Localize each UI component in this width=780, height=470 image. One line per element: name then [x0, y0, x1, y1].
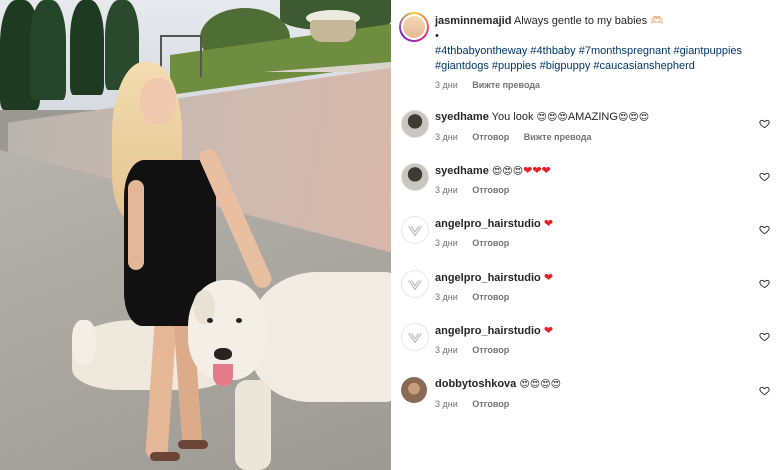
- author-avatar-icon: [403, 16, 425, 38]
- comment-username[interactable]: angelpro_hairstudio: [435, 325, 541, 337]
- comment-meta: 3 дни Отговор: [435, 345, 521, 355]
- comment-text: angelpro_hairstudio ❤: [435, 216, 755, 232]
- author-username[interactable]: jasminnemajid: [435, 15, 511, 27]
- sandal: [178, 440, 208, 449]
- dog-avatar-icon[interactable]: [401, 163, 429, 191]
- woman-arm: [128, 180, 144, 270]
- caption-time: 3 дни: [435, 80, 458, 90]
- comment-text-mid: AMAZING: [567, 111, 618, 123]
- comment-time: 3 дни: [435, 345, 458, 355]
- comment-text: angelpro_hairstudio ❤: [435, 323, 755, 339]
- logo-avatar-icon[interactable]: [401, 216, 429, 244]
- dog-eye: [207, 318, 213, 323]
- woman-face: [140, 78, 176, 124]
- comment-time: 3 дни: [435, 132, 458, 142]
- emoji-red-heart: ❤: [543, 324, 554, 337]
- comment-text: dobbytoshkova 😍😍😍😍: [435, 377, 755, 392]
- like-heart-icon[interactable]: [759, 116, 771, 129]
- dog-lying-head: [72, 320, 96, 364]
- logo-avatar-icon[interactable]: [401, 270, 429, 298]
- emoji-heart-eyes: 😍😍😍: [617, 112, 650, 123]
- comment-time: 3 дни: [435, 292, 458, 302]
- emoji-red-hearts: ❤❤❤: [523, 164, 551, 177]
- like-heart-icon[interactable]: [759, 222, 771, 235]
- comment-username[interactable]: dobbytoshkova: [435, 378, 516, 390]
- comment-meta: 3 дни Отговор: [435, 185, 521, 195]
- comment-text: syedhame You look 😍😍😍AMAZING😍😍😍: [435, 110, 755, 125]
- reply-button[interactable]: Отговор: [472, 399, 509, 409]
- like-heart-icon[interactable]: [759, 383, 771, 396]
- flower-pot: [310, 20, 356, 42]
- logo-avatar-icon[interactable]: [401, 323, 429, 351]
- comment-username[interactable]: syedhame: [435, 165, 489, 177]
- sandal: [150, 452, 180, 461]
- caption-meta: 3 дни Вижте превода: [435, 80, 552, 90]
- emoji-red-heart: ❤: [543, 217, 554, 230]
- comments-panel: jasminnemajid Always gentle to my babies…: [391, 0, 780, 470]
- emoji-heart-eyes: 😍😍😍: [491, 166, 524, 177]
- dog-tongue: [213, 364, 233, 386]
- like-heart-icon[interactable]: [759, 329, 771, 342]
- reply-button[interactable]: Отговор: [472, 185, 509, 195]
- railing: [160, 35, 202, 77]
- dog-avatar-icon[interactable]: [401, 110, 429, 138]
- comment-username[interactable]: angelpro_hairstudio: [435, 218, 541, 230]
- emoji-heart-eyes: 😍😍😍: [536, 112, 568, 123]
- like-heart-icon[interactable]: [759, 169, 771, 182]
- comment-meta: 3 дни Отговор: [435, 238, 521, 248]
- author-avatar[interactable]: [399, 12, 429, 42]
- dog-leg: [235, 380, 271, 470]
- post-image[interactable]: [0, 0, 391, 470]
- comment-text-prefix: You look: [491, 111, 537, 123]
- comment-time: 3 дни: [435, 238, 458, 248]
- comment-text: angelpro_hairstudio ❤: [435, 270, 755, 286]
- reply-button[interactable]: Отговор: [472, 345, 509, 355]
- tree: [30, 0, 66, 100]
- person-avatar-icon[interactable]: [401, 377, 427, 403]
- hashtags[interactable]: #4thbabyontheway #4thbaby #7monthspregna…: [435, 45, 742, 57]
- comment-username[interactable]: syedhame: [435, 111, 489, 123]
- emoji-heart-eyes: 😍😍😍😍: [519, 379, 562, 390]
- comment-meta: 3 дни Отговор Вижте превода: [435, 132, 604, 142]
- caption-bullet: •: [435, 30, 439, 42]
- emoji-red-heart: ❤: [543, 271, 554, 284]
- comment-time: 3 дни: [435, 399, 458, 409]
- comment-username[interactable]: angelpro_hairstudio: [435, 272, 541, 284]
- comment-text: syedhame 😍😍😍❤❤❤: [435, 163, 755, 179]
- see-translation-link[interactable]: Вижте превода: [524, 132, 592, 142]
- reply-button[interactable]: Отговор: [472, 292, 509, 302]
- caption-text: jasminnemajid Always gentle to my babies…: [435, 14, 755, 74]
- reply-button[interactable]: Отговор: [472, 238, 509, 248]
- dog-body: [250, 272, 391, 402]
- comment-meta: 3 дни Отговор: [435, 292, 521, 302]
- hashtags[interactable]: #giantdogs #puppies #bigpuppy #caucasian…: [435, 60, 695, 72]
- comment-time: 3 дни: [435, 185, 458, 195]
- post-viewer: jasminnemajid Always gentle to my babies…: [0, 0, 780, 470]
- dog-eye: [236, 318, 242, 323]
- see-translation-link[interactable]: Вижте превода: [472, 80, 540, 90]
- reply-button[interactable]: Отговор: [472, 132, 509, 142]
- comment-meta: 3 дни Отговор: [435, 399, 521, 409]
- tree: [70, 0, 104, 95]
- like-heart-icon[interactable]: [759, 276, 771, 289]
- caption-body: Always gentle to my babies 🫶🏻: [513, 15, 664, 27]
- dog-nose: [214, 348, 232, 360]
